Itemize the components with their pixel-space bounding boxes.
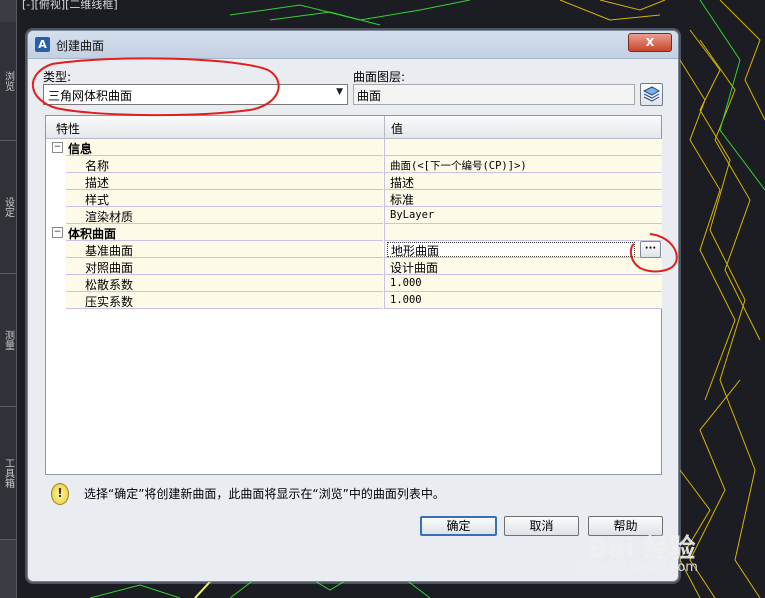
dialog-titlebar[interactable]: A 创建曲面 X xyxy=(28,31,678,59)
section-label: 体积曲面 xyxy=(68,227,117,241)
side-tab-survey[interactable]: 测量 xyxy=(0,274,16,407)
property-row[interactable]: 对照曲面 设计曲面 xyxy=(46,258,662,276)
property-grid: 特性 值 − 信息 名称 曲面(<[下一个编号(CP)]>) 描述 描述 样式 … xyxy=(45,115,662,475)
property-value[interactable]: 设计曲面 xyxy=(390,259,438,276)
collapse-icon[interactable]: − xyxy=(52,227,63,238)
cancel-button[interactable]: 取消 xyxy=(504,516,579,536)
property-value[interactable]: 曲面(<[下一个编号(CP)]>) xyxy=(390,158,527,173)
grid-header: 特性 值 xyxy=(46,116,661,139)
section-label: 信息 xyxy=(68,142,93,156)
surface-layer-label: 曲面图层: xyxy=(353,70,406,84)
column-value-header[interactable]: 值 xyxy=(391,120,403,137)
property-value[interactable]: 标准 xyxy=(390,191,414,208)
column-property-header[interactable]: 特性 xyxy=(56,120,80,137)
property-name: 描述 xyxy=(85,176,110,190)
property-row[interactable]: 名称 曲面(<[下一个编号(CP)]>) xyxy=(46,156,662,173)
property-row[interactable]: 样式 标准 xyxy=(46,190,662,208)
dialog-title: 创建曲面 xyxy=(56,39,105,53)
surface-layer-value: 曲面 xyxy=(357,89,382,103)
ok-button[interactable]: 确定 xyxy=(420,516,497,536)
layers-icon xyxy=(642,86,661,102)
property-name: 样式 xyxy=(85,193,110,207)
property-name: 对照曲面 xyxy=(85,261,134,275)
property-row[interactable]: 松散系数 1.000 xyxy=(46,275,662,292)
side-tab-prospector[interactable]: 浏览 xyxy=(0,22,16,141)
section-info[interactable]: − 信息 xyxy=(46,139,662,156)
baidu-watermark: Bai 经验 jingyan.baidu.com xyxy=(578,528,698,575)
autocad-app-icon: A xyxy=(35,37,50,52)
property-row[interactable]: 渲染材质 ByLayer xyxy=(46,207,662,224)
hint-text: 选择“确定”将创建新曲面，此曲面将显示在“浏览”中的曲面列表中。 xyxy=(84,487,445,501)
selected-value-cell[interactable]: 地形曲面 xyxy=(387,242,635,258)
create-surface-dialog: A 创建曲面 X 类型: 三角网体积曲面 ▼ 曲面图层: 曲面 特性 值 − 信… xyxy=(27,30,679,582)
property-name: 压实系数 xyxy=(85,295,134,309)
collapse-icon[interactable]: − xyxy=(52,142,63,153)
side-tab-toolbox[interactable]: 工具箱 xyxy=(0,407,16,540)
close-button[interactable]: X xyxy=(628,33,672,52)
type-select-value: 三角网体积曲面 xyxy=(48,89,133,103)
surface-layer-field[interactable]: 曲面 xyxy=(353,84,635,105)
property-value[interactable]: 1.000 xyxy=(390,294,422,306)
type-select[interactable]: 三角网体积曲面 ▼ xyxy=(43,84,348,105)
property-name: 基准曲面 xyxy=(85,244,134,258)
property-value[interactable]: 描述 xyxy=(390,174,414,191)
palette-side-tabs: 浏览 设定 测量 工具箱 xyxy=(0,0,17,598)
property-name: 渲染材质 xyxy=(85,210,134,224)
column-divider[interactable] xyxy=(384,116,385,138)
property-name: 松散系数 xyxy=(85,278,134,292)
lightbulb-icon: ! xyxy=(51,483,69,505)
property-value[interactable]: ByLayer xyxy=(390,209,434,221)
section-volume-surface[interactable]: − 体积曲面 xyxy=(46,224,662,241)
watermark-site: jingyan.baidu.com xyxy=(578,560,698,575)
side-tab-settings[interactable]: 设定 xyxy=(0,141,16,274)
property-name: 名称 xyxy=(85,159,110,173)
property-value[interactable]: 1.000 xyxy=(390,277,422,289)
type-label: 类型: xyxy=(43,70,72,84)
property-row[interactable]: 描述 描述 xyxy=(46,173,662,191)
property-row-base-surface[interactable]: 基准曲面 地形曲面 ··· xyxy=(46,241,662,258)
viewport-caption[interactable]: [-][俯视][二维线框] xyxy=(22,0,118,12)
layer-picker-button[interactable] xyxy=(640,83,663,106)
browse-ellipsis-button[interactable]: ··· xyxy=(640,241,661,258)
chevron-down-icon[interactable]: ▼ xyxy=(336,87,343,97)
property-row[interactable]: 压实系数 1.000 xyxy=(46,292,662,309)
property-value: 地形曲面 xyxy=(391,244,440,258)
